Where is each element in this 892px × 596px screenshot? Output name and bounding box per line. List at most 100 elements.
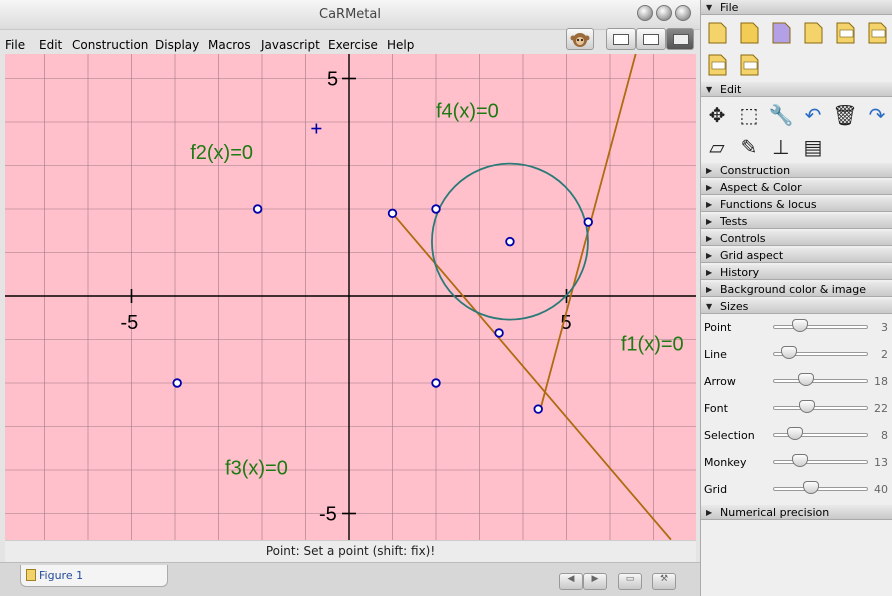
- tools-button[interactable]: ⚒: [652, 573, 676, 590]
- point[interactable]: [172, 378, 182, 388]
- delete-icon[interactable]: 🗑: [832, 102, 858, 128]
- menu-exercise[interactable]: Exercise: [328, 38, 378, 52]
- f2-label: f2(x)=0: [190, 142, 253, 164]
- size-row-point: Point 3: [701, 318, 892, 338]
- section-aspect-color[interactable]: ▶ Aspect & Color: [701, 180, 892, 195]
- point[interactable]: [583, 217, 593, 227]
- export-png-icon[interactable]: [832, 20, 858, 46]
- section-label: Background color & image: [720, 283, 867, 296]
- export-svg-icon[interactable]: [704, 52, 730, 78]
- size-slider-track[interactable]: [773, 406, 868, 410]
- wrench-icon[interactable]: 🔧: [768, 102, 794, 128]
- f1-label: f1(x)=0: [621, 333, 684, 355]
- line-segment[interactable]: [539, 54, 637, 410]
- expanded-triangle-icon: ▼: [706, 302, 713, 311]
- select-rect-icon[interactable]: ⬚: [736, 102, 762, 128]
- section-background-color-image[interactable]: ▶ Background color & image: [701, 282, 892, 297]
- size-slider-thumb[interactable]: [803, 481, 820, 494]
- size-slider-thumb[interactable]: [791, 319, 808, 332]
- size-label: Arrow: [704, 375, 736, 388]
- size-value: 2: [881, 348, 888, 361]
- close-button[interactable]: [675, 5, 691, 21]
- pencil-tool-icon[interactable]: ✎: [736, 134, 762, 160]
- maximize-button[interactable]: [656, 5, 672, 21]
- point[interactable]: [494, 328, 504, 338]
- collapsed-triangle-icon: ▶: [706, 234, 713, 243]
- size-slider-thumb[interactable]: [787, 427, 804, 440]
- eraser-icon[interactable]: ▱: [704, 134, 730, 160]
- axes-icon[interactable]: ⊥: [768, 134, 794, 160]
- section-history[interactable]: ▶ History: [701, 265, 892, 280]
- layout-bottom-panel-button[interactable]: [636, 28, 666, 50]
- size-slider-track[interactable]: [773, 379, 868, 383]
- copy-file-icon[interactable]: [800, 20, 826, 46]
- undo-icon[interactable]: ↶: [800, 102, 826, 128]
- point[interactable]: [252, 204, 263, 214]
- menu-construction[interactable]: Construction: [72, 38, 148, 52]
- edit-section-label: Edit: [720, 83, 742, 96]
- section-functions-locus[interactable]: ▶ Functions & locus: [701, 197, 892, 212]
- redo-icon[interactable]: ↷: [864, 102, 890, 128]
- layout-right-icon: [673, 34, 689, 45]
- file-section-header[interactable]: ▼ File: [701, 0, 892, 15]
- size-slider-track[interactable]: [773, 487, 868, 491]
- section-label: Aspect & Color: [720, 181, 802, 194]
- save-icon[interactable]: [768, 20, 794, 46]
- size-label: Line: [704, 348, 727, 361]
- open-folder-icon[interactable]: [736, 20, 762, 46]
- sizes-section-header[interactable]: ▼ Sizes: [701, 299, 892, 314]
- layout-bottom-icon: [643, 34, 659, 45]
- point[interactable]: [387, 208, 398, 219]
- status-bar: Point: Set a point (shift: fix)!: [5, 540, 696, 562]
- section-label: Functions & locus: [720, 198, 817, 211]
- history-forward-button[interactable]: ▶: [583, 573, 607, 590]
- section-construction[interactable]: ▶ Construction: [701, 163, 892, 178]
- edit-section-header[interactable]: ▼ Edit: [701, 82, 892, 97]
- collapsed-triangle-icon: ▶: [706, 508, 713, 517]
- menu-javascript[interactable]: Javascript: [261, 38, 320, 52]
- new-file-icon[interactable]: [704, 20, 730, 46]
- menu-edit[interactable]: Edit: [39, 38, 62, 52]
- window-title: CaRMetal: [319, 7, 381, 22]
- comment-button[interactable]: ▭: [618, 573, 642, 590]
- layout-right-panel-button[interactable]: [666, 28, 694, 50]
- point[interactable]: [431, 204, 441, 214]
- section-label: Construction: [720, 164, 791, 177]
- size-row-monkey: Monkey 13: [701, 453, 892, 473]
- point[interactable]: [533, 404, 543, 414]
- layout-left-panel-button[interactable]: [606, 28, 636, 50]
- size-slider-track[interactable]: [773, 325, 868, 329]
- drawing-canvas[interactable]: -5 5 5 -5 f4(x)=0 f2(x)=0 f1(x)=0 f3(x)=0: [5, 54, 696, 540]
- export-eps-icon[interactable]: [864, 20, 890, 46]
- size-slider-thumb[interactable]: [798, 400, 815, 413]
- size-slider-thumb[interactable]: [780, 346, 797, 359]
- geometry-plot[interactable]: -5 55-5f4(x)=0f2(x)=0f1(x)=0f3(x)=0: [5, 54, 696, 540]
- size-slider-track[interactable]: [773, 460, 868, 464]
- minimize-button[interactable]: [637, 5, 653, 21]
- menu-display[interactable]: Display: [155, 38, 199, 52]
- figure-tab[interactable]: Figure 1: [20, 565, 168, 587]
- monkey-button[interactable]: [566, 28, 594, 50]
- collapsed-triangle-icon: ▶: [706, 166, 713, 175]
- section-controls[interactable]: ▶ Controls: [701, 231, 892, 246]
- x-label-neg: -5: [121, 312, 139, 334]
- film-icon[interactable]: ▤: [800, 134, 826, 160]
- menu-help[interactable]: Help: [387, 38, 414, 52]
- size-label: Monkey: [704, 456, 747, 469]
- point[interactable]: [431, 378, 441, 388]
- section-label: Grid aspect: [720, 249, 784, 262]
- menu-bar: File Edit Construction Display Macros Javascr…: [0, 34, 700, 54]
- monkey-icon: [570, 33, 590, 47]
- menu-file[interactable]: File: [5, 38, 25, 52]
- section-grid-aspect[interactable]: ▶ Grid aspect: [701, 248, 892, 263]
- size-slider-thumb[interactable]: [797, 373, 814, 386]
- history-back-button[interactable]: ◀: [559, 573, 583, 590]
- menu-macros[interactable]: Macros: [208, 38, 251, 52]
- export-pdf-icon[interactable]: [736, 52, 762, 78]
- size-slider-thumb[interactable]: [791, 454, 808, 467]
- section-tests[interactable]: ▶ Tests: [701, 214, 892, 229]
- point[interactable]: [505, 236, 515, 247]
- numerical-precision-header[interactable]: ▶ Numerical precision: [701, 505, 892, 520]
- move-icon[interactable]: ✥: [704, 102, 730, 128]
- size-label: Selection: [704, 429, 755, 442]
